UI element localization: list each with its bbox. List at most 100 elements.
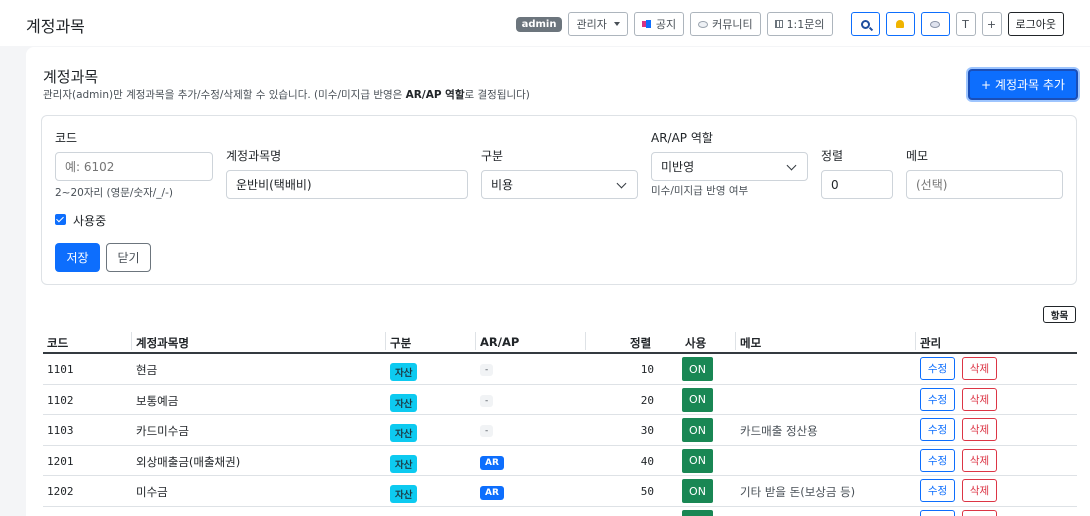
memo-input[interactable] (906, 170, 1063, 199)
notice-button[interactable]: 공지 (633, 12, 685, 36)
table-row-partial (43, 507, 1077, 516)
role-dropdown-label: 관리자 (576, 18, 607, 31)
search-button[interactable] (850, 12, 880, 36)
desc-text: 관리자(admin)만 계정과목을 추가/수정/삭제할 수 있습니다. (미수/… (43, 89, 406, 101)
header-manage: 관리 (920, 336, 942, 350)
header-code: 코드 (47, 336, 69, 350)
type-badge: 자산 (390, 393, 418, 412)
cell-name: 카드미수금 (136, 424, 189, 438)
divider (585, 332, 586, 350)
cell-sort: 40 (640, 454, 654, 468)
status-badge: ON (682, 479, 713, 503)
edit-button[interactable]: 수정 (920, 387, 955, 411)
name-label: 계정과목명 (226, 149, 282, 163)
inquiry-label: 1:1문의 (786, 18, 825, 31)
delete-button[interactable]: 삭제 (962, 448, 997, 472)
edit-button[interactable]: 수정 (920, 418, 955, 441)
top-controls: admin 관리자 공지 커뮤니티 1:1문의 T + 로그아웃 (515, 12, 1064, 36)
status-badge: ON (682, 448, 713, 473)
cell-name: 미수금 (136, 485, 168, 499)
edit-button[interactable]: 수정 (920, 479, 955, 502)
edit-button[interactable]: 수정 (920, 357, 955, 380)
name-input[interactable] (226, 170, 468, 199)
table-row: 1101 현금 자산 - 10 ON 수정 삭제 (43, 354, 1077, 385)
type-badge: 자산 (390, 363, 418, 381)
code-label: 코드 (55, 131, 78, 145)
logout-button[interactable]: 로그아웃 (1007, 12, 1064, 36)
notification-button[interactable] (885, 12, 915, 36)
active-checkbox-label: 사용중 (73, 214, 107, 228)
cell-sort: 10 (640, 363, 654, 376)
type-badge: 자산 (390, 454, 418, 473)
plus-button[interactable]: + (981, 12, 1002, 36)
chat-button[interactable] (920, 12, 950, 36)
code-help: 2~20자리 (영문/숫자/_/-) (55, 187, 173, 199)
arap-empty-badge: - (480, 425, 494, 437)
divider (385, 332, 386, 350)
cell-name: 보통예금 (136, 393, 179, 408)
delete-button[interactable]: 삭제 (962, 418, 997, 441)
cell-code: 1202 (47, 485, 74, 498)
table-row: 1103 카드미수금 자산 - 30 ON 카드매출 정산용 수정 삭제 (43, 415, 1077, 446)
delete-button-partial[interactable] (962, 509, 997, 516)
header-name: 계정과목명 (136, 336, 189, 350)
divider (735, 332, 736, 350)
table-row: 1102 보통예금 자산 - 20 ON 수정 삭제 (43, 385, 1077, 415)
delete-button[interactable]: 삭제 (962, 479, 997, 502)
search-icon (860, 19, 870, 29)
status-badge: ON (682, 357, 713, 381)
cell-memo: 기타 받을 돈(보상금 등) (740, 485, 856, 499)
sort-label: 정렬 (821, 149, 844, 163)
community-label: 커뮤니티 (712, 18, 753, 31)
divider (475, 332, 476, 350)
memo-label: 메모 (906, 149, 929, 163)
edit-button[interactable]: 수정 (920, 448, 955, 472)
type-select-value: 비용 (491, 178, 514, 192)
arap-label: AR/AP 역할 (651, 131, 713, 145)
status-badge: ON (682, 387, 713, 412)
accounts-table: 코드 계정과목명 구분 AR/AP 정렬 사용 메모 관리 1101 현금 자산… (43, 330, 1077, 516)
page-title: 계정과목 (26, 17, 85, 36)
chat-icon (930, 20, 941, 28)
table-header: 코드 계정과목명 구분 AR/AP 정렬 사용 메모 관리 (43, 330, 1077, 354)
active-checkbox[interactable] (55, 214, 66, 225)
type-label: 구분 (481, 149, 504, 163)
columns-button[interactable]: 항목 (1043, 306, 1076, 323)
arap-select[interactable]: 미반영 (651, 152, 808, 181)
cell-code: 1102 (47, 393, 74, 407)
type-badge: 자산 (390, 485, 418, 503)
header-memo: 메모 (740, 336, 762, 350)
bell-icon (896, 20, 905, 28)
cell-memo: 카드매출 정산용 (740, 424, 818, 438)
delete-button[interactable]: 삭제 (962, 387, 997, 411)
cell-code: 1103 (47, 424, 74, 437)
arap-badge: AR (480, 486, 504, 500)
top-bar: 계정과목 admin 관리자 공지 커뮤니티 1:1문의 T + 로그아웃 (0, 0, 1090, 46)
table-row: 1201 외상매출금(매출채권) 자산 AR 40 ON 수정 삭제 (43, 446, 1077, 476)
theme-button[interactable]: T (955, 12, 976, 36)
add-account-button[interactable]: + 계정과목 추가 (968, 69, 1078, 100)
type-select[interactable]: 비용 (481, 170, 638, 199)
save-button[interactable]: 저장 (55, 243, 100, 272)
cell-name: 현금 (136, 363, 158, 377)
type-badge: 자산 (390, 424, 418, 442)
speech-bubble-icon (698, 20, 709, 28)
inquiry-button[interactable]: 1:1문의 (766, 12, 833, 36)
delete-button[interactable]: 삭제 (962, 357, 997, 380)
admin-badge: admin (515, 16, 563, 32)
close-button[interactable]: 닫기 (106, 243, 151, 272)
community-button[interactable]: 커뮤니티 (690, 12, 761, 36)
arap-empty-badge: - (480, 364, 494, 376)
header-type: 구분 (390, 336, 412, 350)
divider (131, 332, 132, 350)
sort-input[interactable] (821, 170, 893, 199)
cell-code: 1101 (47, 363, 74, 376)
role-dropdown[interactable]: 관리자 (568, 12, 628, 36)
cell-code: 1201 (47, 454, 74, 468)
code-input[interactable] (55, 152, 213, 181)
cell-name: 외상매출금(매출채권) (136, 454, 241, 469)
arap-select-value: 미반영 (661, 160, 695, 174)
edit-button-partial[interactable] (920, 509, 955, 516)
card-title: 계정과목 (43, 68, 99, 86)
table-row: 1202 미수금 자산 AR 50 ON 기타 받을 돈(보상금 등) 수정 삭… (43, 476, 1077, 507)
